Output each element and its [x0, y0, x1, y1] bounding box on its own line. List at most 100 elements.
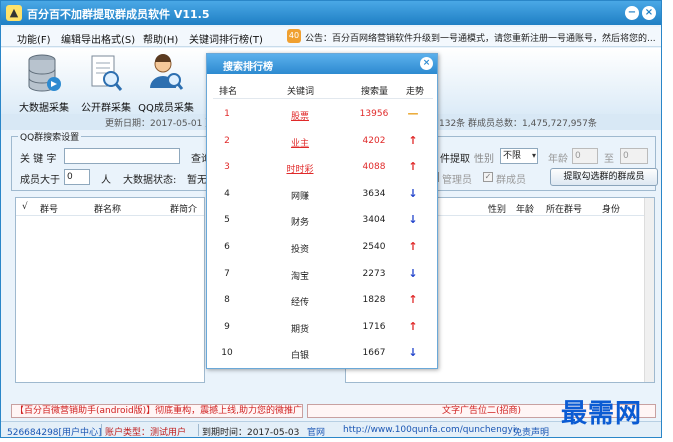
database-icon — [28, 54, 61, 92]
trend-up-icon: ↑ — [408, 133, 418, 147]
notice-text[interactable]: 公告：百分百网络营销软件升级到一号通模式，请您重新注册一号通账号，然后将您的..… — [305, 31, 657, 44]
members-min-input[interactable]: 0 — [64, 169, 90, 185]
rank-cell: 6 — [224, 242, 230, 252]
rank-cell: 10 — [221, 348, 233, 359]
keyword-cell[interactable]: 期货 — [277, 322, 323, 335]
rank-cell: 8 — [224, 295, 230, 306]
header-divider — [16, 215, 204, 216]
menu-function[interactable]: 功能(F) — [17, 31, 51, 46]
site-watermark: 最需网 — [561, 399, 643, 429]
user-search-icon — [150, 54, 184, 90]
tool-label: 公开群采集 — [81, 103, 131, 114]
ranking-row[interactable]: 2 业主 4202 ↑ — [207, 133, 437, 151]
count-cell: 1716 — [362, 321, 386, 332]
member-label: 群成员 — [496, 175, 526, 186]
member-total: 132条 群成员总数：1,475,727,957条 — [439, 119, 597, 129]
ranking-row[interactable]: 7 淘宝 2273 ↓ — [207, 266, 437, 284]
keyword-cell[interactable]: 投资 — [277, 242, 323, 255]
ranking-row[interactable]: 6 投资 2540 ↑ — [207, 239, 437, 257]
close-button[interactable]: × — [642, 6, 656, 20]
settings-title: QQ群搜索设置 — [18, 130, 82, 143]
trend-down-icon: ↓ — [408, 266, 418, 280]
menu-keyword-ranking[interactable]: 关键词排行榜(T) — [189, 31, 263, 46]
gender-label: 性别 — [474, 154, 494, 165]
column-check[interactable]: √ — [22, 202, 28, 212]
count-cell: 3404 — [362, 215, 386, 226]
trend-down-icon: ↓ — [408, 213, 418, 227]
tool-label: 大数据采集 — [19, 103, 69, 114]
member-checkbox[interactable]: ✓ — [483, 172, 493, 182]
chevron-down-icon: ▾ — [531, 151, 536, 160]
keyword-cell[interactable]: 淘宝 — [277, 269, 323, 282]
column-age[interactable]: 年龄 — [516, 202, 534, 215]
age-to-input[interactable]: 0 — [620, 148, 648, 164]
trend-up-icon: ↑ — [408, 293, 418, 307]
official-site-label[interactable]: 官网 — [307, 425, 325, 437]
menu-export-format[interactable]: 编辑导出格式(S) — [61, 31, 135, 46]
column-group-intro[interactable]: 群简介 — [170, 202, 197, 215]
keyword-cell[interactable]: 业主 — [277, 136, 323, 149]
status-divider — [101, 424, 102, 436]
menu-help[interactable]: 帮助(H) — [143, 31, 178, 46]
ranking-row[interactable]: 5 财务 3404 ↓ — [207, 212, 437, 230]
ranking-row[interactable]: 4 网赚 3634 ↓ — [207, 186, 437, 204]
keyword-cell[interactable]: 网赚 — [277, 189, 323, 202]
extract-members-button[interactable]: 提取勾选群的群成员 — [550, 168, 658, 186]
popup-title: 搜索排行榜 — [223, 62, 273, 73]
minimize-button[interactable]: − — [625, 6, 639, 20]
age-from-input[interactable]: 0 — [572, 148, 598, 164]
keyword-input[interactable] — [64, 148, 180, 164]
count-cell: 2540 — [362, 242, 386, 252]
column-gender[interactable]: 性别 — [488, 202, 506, 215]
keyword-cell[interactable]: 时时彩 — [277, 162, 323, 175]
column-group-name[interactable]: 群名称 — [94, 202, 121, 215]
keyword-cell[interactable]: 经传 — [277, 295, 323, 308]
ranking-row[interactable]: 1 股票 13956 — — [207, 106, 437, 124]
header-rank: 排名 — [219, 87, 238, 97]
vertical-scrollbar[interactable] — [644, 198, 654, 382]
status-divider — [198, 424, 199, 436]
keyword-label: 关 键 字 — [20, 154, 57, 165]
column-group-id[interactable]: 群号 — [40, 202, 58, 215]
title-bar[interactable]: ▲ 百分百不加群提取群成员软件 V11.5 − × — [1, 1, 661, 25]
app-window: ▲ 百分百不加群提取群成员软件 V11.5 − × 功能(F) 编辑导出格式(S… — [0, 0, 662, 438]
age-to-label: 至 — [604, 154, 614, 165]
ranking-row[interactable]: 9 期货 1716 ↑ — [207, 319, 437, 337]
group-list-table[interactable]: √ 群号 群名称 群简介 — [15, 197, 205, 383]
keyword-cell[interactable]: 财务 — [277, 215, 323, 228]
user-center-link[interactable]: 526684298[用户中心] — [7, 425, 102, 437]
gender-value: 不限 — [503, 151, 522, 161]
age-label: 年龄 — [548, 154, 568, 165]
condition-extract-label: 件提取 — [440, 154, 470, 165]
rank-cell: 9 — [224, 321, 230, 332]
gender-select[interactable]: 不限 ▾ — [500, 148, 538, 164]
ranking-row[interactable]: 8 经传 1828 ↑ — [207, 292, 437, 310]
keyword-cell[interactable]: 白银 — [277, 348, 323, 361]
column-group-number[interactable]: 所在群号 — [546, 202, 582, 215]
column-role[interactable]: 身份 — [602, 202, 620, 215]
public-group-collect-button[interactable]: 公开群采集 — [77, 50, 135, 114]
rank-cell: 2 — [224, 135, 230, 146]
header-count: 搜索量 — [361, 87, 389, 97]
disclaimer-link[interactable]: 免责声明 — [513, 425, 549, 437]
account-type: 账户类型：测试用户 — [105, 428, 187, 438]
keyword-cell[interactable]: 股票 — [277, 109, 323, 122]
header-keyword: 关键词 — [287, 87, 315, 97]
window-title: 百分百不加群提取群成员软件 V11.5 — [27, 8, 210, 21]
bigdata-collect-button[interactable]: 大数据采集 — [15, 50, 73, 114]
ad-link-1[interactable]: 【百分百微营销助手(android版)】彻底重构，震撼上线,助力您的微推广 — [11, 404, 303, 418]
count-cell: 3634 — [362, 188, 386, 199]
popup-close-icon[interactable]: × — [420, 57, 433, 70]
trend-flat-icon: — — [407, 107, 419, 120]
rank-cell: 5 — [224, 215, 230, 226]
ranking-row[interactable]: 3 时时彩 4088 ↑ — [207, 159, 437, 177]
count-cell: 13956 — [359, 109, 389, 119]
official-site-link[interactable]: http://www.100qunfa.com/qunchengyi — [343, 425, 515, 435]
rank-cell: 1 — [224, 109, 230, 119]
ranking-row[interactable]: 10 白银 1667 ↓ — [207, 345, 437, 363]
rank-cell: 7 — [224, 268, 230, 279]
tool-label: QQ成员采集 — [138, 103, 194, 114]
qq-member-collect-button[interactable]: QQ成员采集 — [137, 50, 195, 114]
popup-title-bar[interactable]: 搜索排行榜 × — [207, 54, 437, 74]
trend-down-icon: ↓ — [408, 346, 418, 360]
